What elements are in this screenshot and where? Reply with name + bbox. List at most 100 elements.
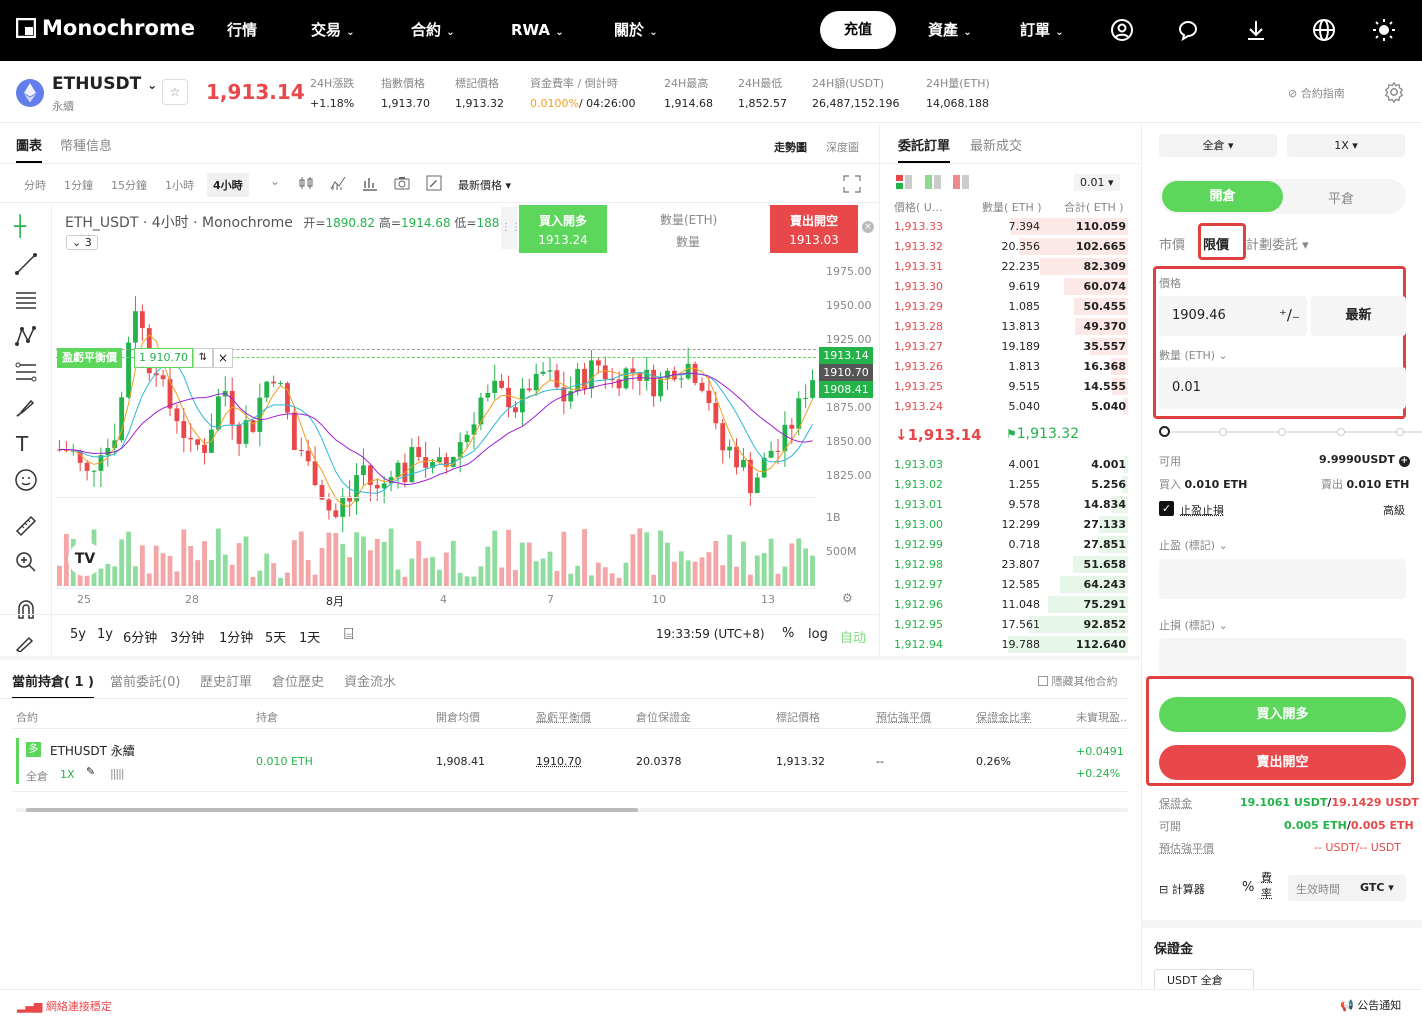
qty-slider-track[interactable] xyxy=(1164,431,1422,433)
book-asks-view-icon[interactable] xyxy=(953,175,969,189)
tab-position-history[interactable]: 倉位歷史 xyxy=(272,671,324,690)
book-row[interactable]: 1,913.30 9.619 60.074 xyxy=(881,276,1140,296)
brand-logo[interactable]: Monochrome xyxy=(16,16,195,40)
symbol-selector[interactable]: ETHUSDT ⌄ xyxy=(52,74,157,94)
zoom-in-icon[interactable] xyxy=(14,550,38,574)
tab-fund-flow[interactable]: 資金流水 xyxy=(344,671,396,690)
breakeven-line-label[interactable]: 盈虧平衡價 xyxy=(57,348,122,368)
auto-scale-toggle[interactable]: 自动 xyxy=(840,627,866,646)
tp-label[interactable]: 止盈 (標記) ⌄ xyxy=(1159,537,1228,553)
range-6m[interactable]: 6分钟 xyxy=(123,627,157,646)
fib-icon[interactable] xyxy=(14,360,38,384)
announcement-link[interactable]: 📢 公告通知 xyxy=(1340,997,1401,1013)
download-icon[interactable] xyxy=(1244,18,1268,42)
fee-rate-icon[interactable]: % xyxy=(1242,880,1254,895)
indicator-icon[interactable] xyxy=(330,175,346,191)
book-row[interactable]: 1,913.00 12.299 27.133 xyxy=(881,514,1140,534)
book-row[interactable]: 1,913.24 5.040 5.040 xyxy=(881,396,1140,416)
interval-timeline[interactable]: 分時 xyxy=(24,177,46,193)
book-row[interactable]: 1,913.33 7.394 110.059 xyxy=(881,216,1140,236)
book-row[interactable]: 1,913.26 1.813 16.368 xyxy=(881,356,1140,376)
tpsl-checkbox[interactable]: ✓ xyxy=(1159,501,1174,516)
ruler-icon[interactable] xyxy=(14,514,38,538)
bar-chart-icon[interactable] xyxy=(362,175,378,191)
tab-close[interactable]: 平倉 xyxy=(1328,188,1354,207)
book-row[interactable]: 1,913.03 4.001 4.001 xyxy=(881,454,1140,474)
chart-settings-icon[interactable]: ⚙ xyxy=(842,591,853,605)
magnet-icon[interactable] xyxy=(14,598,38,622)
globe-icon[interactable] xyxy=(1312,18,1336,42)
time-in-force-select[interactable]: 生效時間 GTC ▾ xyxy=(1288,875,1406,901)
price-type-select[interactable]: 最新價格 ▾ xyxy=(458,177,511,193)
percent-scale-toggle[interactable]: % xyxy=(782,626,794,641)
fullscreen-icon[interactable] xyxy=(843,175,861,193)
reverse-icon[interactable]: ⇅ xyxy=(193,348,213,368)
candle-type-icon[interactable] xyxy=(298,175,314,191)
edit-leverage-icon[interactable]: ✎ xyxy=(86,765,95,778)
tab-recent-trades[interactable]: 最新成交 xyxy=(970,135,1022,154)
table-row[interactable]: 多 ETHUSDT 永續 全倉 1X ✎ ||||| 0.010 ETH 1,9… xyxy=(12,730,1128,792)
calculator-button[interactable]: ⊟ 計算器 xyxy=(1159,881,1205,897)
sell-short-button[interactable]: 賣出開空 xyxy=(1159,745,1406,780)
interval-4h[interactable]: 4小時 xyxy=(207,173,249,197)
pattern-icon[interactable] xyxy=(14,324,38,348)
book-row[interactable]: 1,912.96 11.048 75.291 xyxy=(881,594,1140,614)
order-type-plan[interactable]: 計劃委託 ▾ xyxy=(1246,234,1309,253)
emoji-icon[interactable] xyxy=(14,468,38,492)
margin-mode-select[interactable]: 全倉 ▾ xyxy=(1159,134,1277,157)
book-row[interactable]: 1,913.28 13.813 49.370 xyxy=(881,316,1140,336)
interval-1m[interactable]: 1分鐘 xyxy=(64,177,93,193)
book-row[interactable]: 1,913.02 1.255 5.256 xyxy=(881,474,1140,494)
text-tool-icon[interactable]: T xyxy=(16,432,28,456)
add-funds-icon[interactable]: + xyxy=(1398,456,1410,467)
fee-rate-button[interactable]: 費率 xyxy=(1261,870,1272,902)
buy-long-button[interactable]: 買入開多 xyxy=(1159,697,1406,732)
book-row[interactable]: 1,912.95 17.561 92.852 xyxy=(881,614,1140,634)
close-quick-trade-icon[interactable]: × xyxy=(862,221,874,233)
range-5y[interactable]: 5y xyxy=(70,627,86,642)
book-row[interactable]: 1,912.94 19.788 112.640 xyxy=(881,634,1140,654)
chat-icon[interactable] xyxy=(1176,18,1200,42)
book-row[interactable]: 1,912.98 23.807 51.658 xyxy=(881,554,1140,574)
quantity-input[interactable]: 0.01 xyxy=(1159,367,1406,409)
quick-qty-input[interactable]: 數量 xyxy=(676,233,700,250)
book-row[interactable]: 1,912.99 0.718 27.851 xyxy=(881,534,1140,554)
settings-gear-icon[interactable] xyxy=(1383,81,1405,103)
brush-icon[interactable] xyxy=(14,396,38,420)
drag-handle-icon[interactable]: ⋮⋮ xyxy=(501,207,521,249)
nav-item-assets[interactable]: 資產 ⌄ xyxy=(928,0,972,61)
horizontal-lines-icon[interactable] xyxy=(14,288,38,312)
log-scale-toggle[interactable]: log xyxy=(808,627,828,642)
position-symbol[interactable]: ETHUSDT 永續 xyxy=(50,742,135,759)
nav-item-contract[interactable]: 合約 ⌄ xyxy=(411,0,455,61)
range-1y[interactable]: 1y xyxy=(97,627,113,642)
book-bids-view-icon[interactable] xyxy=(925,175,941,189)
book-row[interactable]: 1,913.27 19.189 35.557 xyxy=(881,336,1140,356)
range-1d[interactable]: 1天 xyxy=(299,627,320,646)
precision-select[interactable]: 0.01 ▾ xyxy=(1074,174,1120,191)
price-input[interactable]: 1909.46 ⁺∕₋ xyxy=(1159,296,1307,336)
hide-other-contracts-checkbox[interactable]: 隱藏其他合約 xyxy=(1038,673,1118,689)
indicator-toggle[interactable]: ⌄ 3 xyxy=(66,235,98,250)
tab-order-book[interactable]: 委託訂單 xyxy=(898,135,951,163)
quick-sell-short-button[interactable]: 賣出開空 1913.03 xyxy=(770,205,858,253)
stop-loss-input[interactable] xyxy=(1159,638,1406,676)
range-1m[interactable]: 1分钟 xyxy=(219,627,253,646)
trend-line-icon[interactable] xyxy=(14,252,38,276)
nav-item-rwa[interactable]: RWA ⌄ xyxy=(511,0,564,61)
nav-item-trade[interactable]: 交易 ⌄ xyxy=(311,0,355,61)
price-adjust-icon[interactable]: ⁺∕₋ xyxy=(1279,306,1300,324)
book-both-view-icon[interactable] xyxy=(896,175,912,189)
close-position-icon[interactable]: × xyxy=(213,348,233,368)
qty-slider-handle[interactable] xyxy=(1159,426,1170,437)
deposit-button[interactable]: 充值 xyxy=(820,11,896,49)
crosshair-icon[interactable]: ┼ xyxy=(14,214,26,238)
interval-15m[interactable]: 15分鐘 xyxy=(111,177,147,193)
nav-item-market[interactable]: 行情 xyxy=(227,0,257,61)
nav-item-orders[interactable]: 訂單 ⌄ xyxy=(1020,0,1064,61)
quick-buy-long-button[interactable]: 買入開多 1913.24 xyxy=(519,205,607,253)
tab-order-history[interactable]: 歷史訂單 xyxy=(200,671,252,690)
tab-chart[interactable]: 圖表 xyxy=(16,135,43,163)
qty-unit-select[interactable]: 數量 (ETH) ⌄ xyxy=(1159,347,1228,363)
position-leverage[interactable]: 1X xyxy=(60,768,75,781)
